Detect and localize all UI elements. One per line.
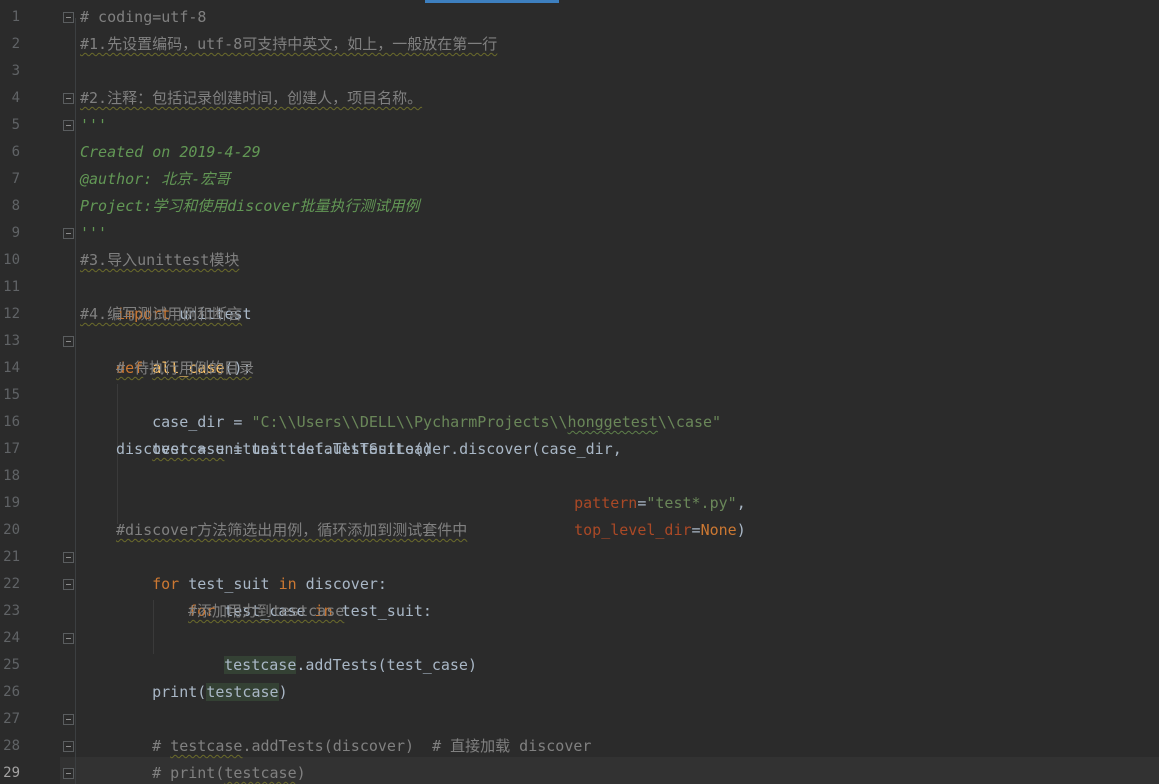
line-number: 4 [11,90,20,106]
print-call: print( [152,683,207,701]
line-number: 22 [3,576,20,592]
code-line-12[interactable]: #4.编写测试用例和断言 [80,301,242,328]
line-number: 8 [11,198,20,214]
code-line-11[interactable]: import unittest [80,274,251,323]
code-line-9[interactable]: ''' [80,220,107,247]
code-line-22[interactable]: for test_case in test_suit: [152,571,432,620]
line-number: 18 [3,468,20,484]
line-number: 12 [3,306,20,322]
line-number: 23 [3,603,20,619]
code-line-18[interactable]: pattern="test*.py", [538,463,746,512]
code-line-21[interactable]: for test_suit in discover: [116,544,387,593]
fold-collapse-icon[interactable] [63,93,74,104]
method-call: .addTests(test_case) [296,656,477,674]
code-line-19[interactable]: top_level_dir=None) [538,490,746,539]
string-literal: \\case" [657,413,722,431]
code-line-23[interactable]: #添加用力到testcase [188,598,344,625]
close-paren: ) [736,521,746,539]
code-line-28[interactable]: # print(testcase) [116,733,306,782]
line-number: 3 [11,63,20,79]
fold-collapse-icon[interactable] [63,633,74,644]
code-line-20[interactable]: #discover方法筛选出用例，循环添加到测试套件中 [116,517,467,544]
variable-testcase: testcase [206,683,279,701]
line-number: 13 [3,333,20,349]
line-number: 2 [11,36,20,52]
fold-collapse-icon[interactable] [63,768,74,779]
none-literal: None [700,521,737,539]
line-number: 24 [3,630,20,646]
line-number-gutter: 1 2 3 4 5 6 7 8 9 10 11 12 13 14 15 16 1… [0,0,60,784]
code-line-13[interactable]: def all_case(): [80,328,251,377]
kwarg-name: top_level_dir [574,521,692,539]
fold-collapse-icon[interactable] [63,228,74,239]
code-line-5[interactable]: ''' [80,112,107,139]
line-number: 11 [3,279,20,295]
line-number: 10 [3,252,20,268]
code-line-25[interactable]: print(testcase) [116,652,288,701]
code-line-29[interactable]: return testcase [116,760,288,784]
line-number: 9 [11,225,20,241]
line-number: 15 [3,387,20,403]
fold-collapse-icon[interactable] [63,714,74,725]
code-line-4[interactable]: #2.注释：包括记录创建时间，创建人，项目名称。 [80,85,422,112]
line-number: 16 [3,414,20,430]
line-number: 5 [11,117,20,133]
code-line-14[interactable]: # 待执行用例的目录 [116,355,254,382]
line-number: 21 [3,549,20,565]
fold-collapse-icon[interactable] [63,336,74,347]
line-number: 6 [11,144,20,160]
iterable: test_suit: [332,602,432,620]
code-line-7[interactable]: @author: 北京-宏哥 [80,166,230,193]
line-number: 17 [3,441,20,457]
close-paren: ) [278,683,288,701]
line-number: 20 [3,522,20,538]
line-number-current: 29 [3,765,20,781]
line-number: 28 [3,738,20,754]
fold-collapse-icon[interactable] [63,741,74,752]
line-number: 1 [11,9,20,25]
fold-collapse-icon[interactable] [63,579,74,590]
line-number: 7 [11,171,20,187]
code-line-27[interactable]: # testcase.addTests(discover) # 直接加载 dis… [116,706,591,755]
line-number: 25 [3,657,20,673]
line-number: 27 [3,711,20,727]
code-editor[interactable]: 1 2 3 4 5 6 7 8 9 10 11 12 13 14 15 16 1… [0,0,1159,784]
code-line-1[interactable]: # coding=utf-8 [80,4,206,31]
fold-guide-line [75,18,76,784]
code-line-15[interactable]: case_dir = "C:\\Users\\DELL\\PycharmProj… [116,382,721,431]
code-line-24[interactable]: testcase.addTests(test_case) [188,625,477,674]
line-number: 19 [3,495,20,511]
fold-collapse-icon[interactable] [63,552,74,563]
line-number: 14 [3,360,20,376]
fold-collapse-icon[interactable] [63,12,74,23]
string-literal: honggetest [567,413,658,431]
code-line-16[interactable]: testcase = unittest.TestSuite() [116,409,432,458]
comment-rest: ) [296,764,306,782]
equals: = [691,521,701,539]
code-line-10[interactable]: #3.导入unittest模块 [80,247,239,274]
fold-collapse-icon[interactable] [63,120,74,131]
tab-scroll-indicator [425,0,559,3]
code-line-17[interactable]: discover = unittest.defaultTestLoader.di… [116,436,622,463]
line-number: 26 [3,684,20,700]
code-line-2[interactable]: #1.先设置编码，utf-8可支持中英文，如上，一般放在第一行 [80,31,497,58]
code-line-8[interactable]: Project:学习和使用discover批量执行测试用例 [80,193,420,220]
code-line-6[interactable]: Created on 2019-4-29 [80,139,261,166]
